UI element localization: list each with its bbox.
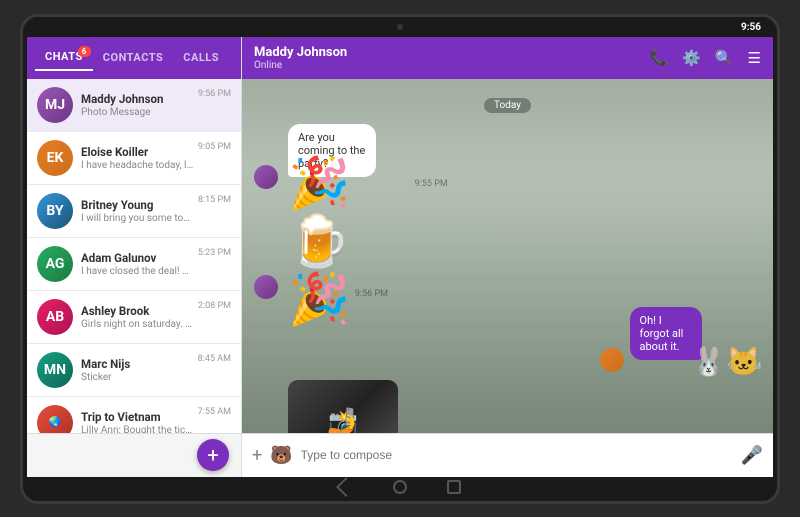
status-bar-time: 9:56 [741,22,761,33]
chat-time: 8:45 AM [198,354,231,364]
tab-calls[interactable]: CALLS [173,45,229,70]
message-row: 🤳 9:56 PM [254,380,761,433]
main-chat: Maddy Johnson Online 📞 ⚙️ 🔍 ☰ Today [242,37,773,477]
chat-preview: Lilly Ann: Bought the ticket! [81,425,194,433]
avatar: EK [37,140,73,176]
avatar: MN [37,352,73,388]
list-item[interactable]: EK Eloise Koiller I have headache today,… [27,132,241,185]
mic-icon[interactable]: 🎤 [741,445,763,466]
chat-header-info: Maddy Johnson Online [254,45,347,71]
sidebar: CHATS 6 CONTACTS CALLS MJ Madd [27,37,242,477]
list-item[interactable]: 🌏 Trip to Vietnam Lilly Ann: Bought the … [27,397,241,433]
photo-image: 🤳 [288,380,398,433]
chat-preview: Sticker [81,372,194,383]
chat-name: Maddy Johnson [81,92,194,106]
compose-bar: + 🐻 🎤 [242,433,773,477]
back-button[interactable] [336,477,356,497]
tablet-top-bar: 9:56 [23,17,777,37]
app-container: CHATS 6 CONTACTS CALLS MJ Madd [27,37,773,477]
photo-bubble: 🤳 [288,380,349,433]
avatar: AB [37,299,73,335]
chat-time: 7:55 AM [198,407,231,417]
home-button[interactable] [393,480,407,494]
message-avatar [254,275,278,299]
compose-input[interactable] [301,448,733,462]
sticker-decoration: 🐰🐱 [691,345,761,378]
chat-preview: I will bring you some tomorrow! [81,213,194,224]
plus-icon[interactable]: + [252,445,262,466]
tab-contacts[interactable]: CONTACTS [93,45,173,70]
chat-name: Trip to Vietnam [81,410,194,424]
message-row: 🎉🍺🎉 9:56 PM [254,197,761,299]
chat-list: MJ Maddy Johnson Photo Message 9:56 PM E… [27,79,241,433]
sidebar-tabs: CHATS 6 CONTACTS CALLS [27,37,241,79]
list-item[interactable]: BY Britney Young I will bring you some t… [27,185,241,238]
chat-preview: Photo Message [81,107,194,118]
chat-time: 9:05 PM [198,142,231,152]
date-badge: Today [254,93,761,112]
list-item[interactable]: AB Ashley Brook Girls night on saturday.… [27,291,241,344]
chat-header: Maddy Johnson Online 📞 ⚙️ 🔍 ☰ [242,37,773,79]
avatar: MJ [37,87,73,123]
message-avatar [254,165,278,189]
chat-time: 5:23 PM [198,248,231,258]
chat-name: Adam Galunov [81,251,194,265]
recent-apps-button[interactable] [447,480,461,494]
tablet-screen: CHATS 6 CONTACTS CALLS MJ Madd [27,37,773,497]
chat-preview: I have headache today, let's meet next w… [81,160,194,171]
chat-name: Eloise Koiller [81,145,194,159]
menu-icon[interactable]: ☰ [748,49,761,67]
list-item[interactable]: AG Adam Galunov I have closed the deal! … [27,238,241,291]
chat-time: 9:56 PM [198,89,231,99]
search-icon[interactable]: 🔍 [715,49,734,67]
chat-name: Ashley Brook [81,304,194,318]
list-item[interactable]: MJ Maddy Johnson Photo Message 9:56 PM [27,79,241,132]
chats-badge: 6 [78,46,91,57]
avatar: 🌏 [37,405,73,433]
tablet-camera [397,24,403,30]
settings-icon[interactable]: ⚙️ [682,49,701,67]
list-item[interactable]: MN Marc Nijs Sticker 8:45 AM [27,344,241,397]
sticker-icon[interactable]: 🐻 [270,445,292,466]
new-chat-button[interactable]: + [197,439,229,471]
chat-preview: Girls night on saturday. Are you in? [81,319,194,330]
chat-header-status: Online [254,60,347,71]
chat-name: Britney Young [81,198,194,212]
chat-header-name: Maddy Johnson [254,45,347,60]
avatar: AG [37,246,73,282]
tablet-bottom-bar [27,477,773,497]
chat-preview: I have closed the deal! Let's celebrate!… [81,266,194,277]
chat-header-actions: 📞 ⚙️ 🔍 ☰ [649,49,761,67]
messages-area: Today Are you coming to the party? 9:55 … [242,79,773,433]
phone-icon[interactable]: 📞 [649,49,668,67]
tablet-frame: 9:56 CHATS 6 CONTACTS CALLS [20,14,780,504]
tab-chats[interactable]: CHATS 6 [35,44,93,71]
avatar: BY [37,193,73,229]
chat-time: 8:15 PM [198,195,231,205]
message-avatar [600,348,624,372]
sticker-image: 🎉🍺🎉 [288,197,388,287]
chat-time: 2:08 PM [198,301,231,311]
sidebar-bottom: + [27,433,241,477]
sticker-bubble: 🎉🍺🎉 [288,197,343,287]
chat-name: Marc Nijs [81,357,194,371]
